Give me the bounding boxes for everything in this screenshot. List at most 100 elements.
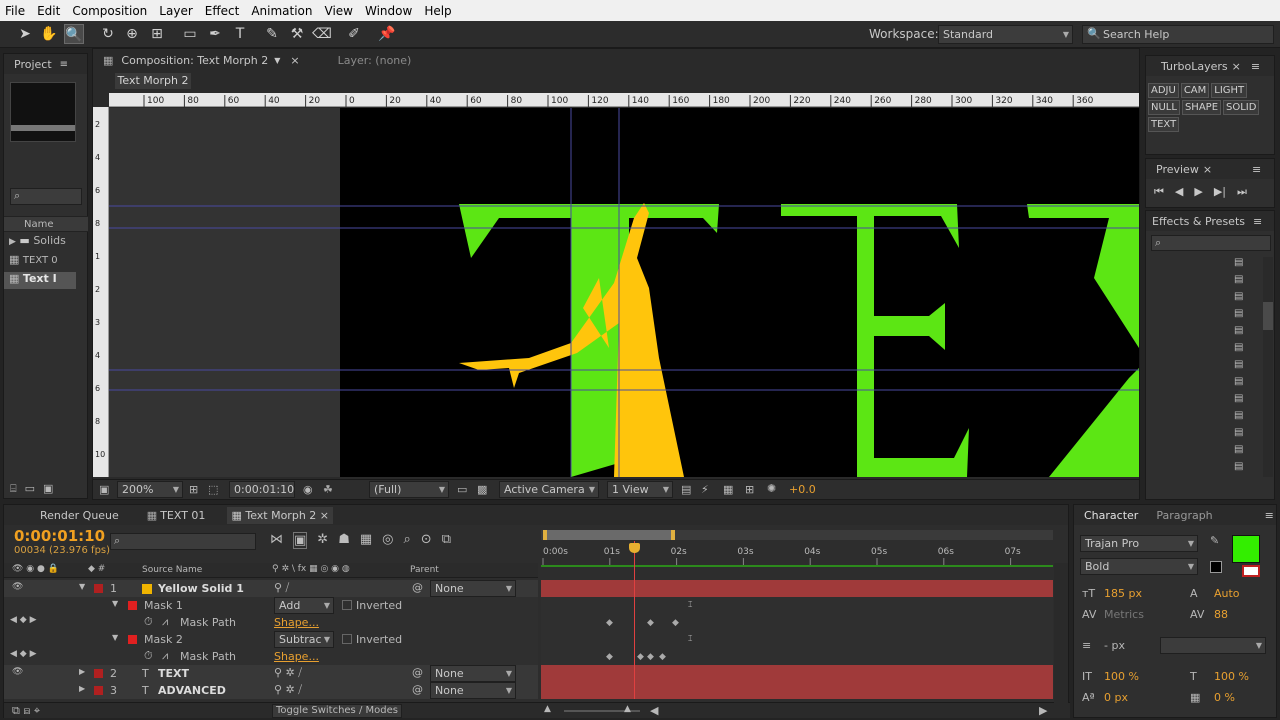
menu-window[interactable]: Window bbox=[360, 4, 416, 18]
rotate-tool-icon[interactable]: ↻ bbox=[98, 24, 118, 44]
mask-row[interactable]: ▼ Mask 2 Subtrac Inverted bbox=[4, 631, 538, 648]
workspace-dropdown[interactable]: Standard bbox=[938, 25, 1073, 44]
mask-row[interactable]: ▼ Mask 1 Add Inverted bbox=[4, 597, 538, 614]
frame-blending-icon[interactable]: ▦ bbox=[360, 532, 372, 549]
collapse-arrow-icon[interactable]: ▼ bbox=[112, 633, 118, 642]
inverted-checkbox[interactable] bbox=[342, 600, 352, 610]
preset-icon[interactable]: ▤ bbox=[1234, 308, 1248, 325]
pen-tool-icon[interactable]: ✒ bbox=[205, 24, 225, 44]
mask-shape-link[interactable]: Shape... bbox=[274, 616, 319, 629]
stopwatch-icon[interactable]: ⏱ bbox=[144, 615, 153, 629]
snapshot-icon[interactable]: ◉ bbox=[303, 483, 313, 496]
comp-subtab[interactable]: Text Morph 2 bbox=[115, 73, 191, 89]
live-update-icon[interactable]: ▣ bbox=[293, 532, 308, 549]
effects-search[interactable]: ⌕ bbox=[1151, 235, 1271, 251]
lock-icon[interactable]: ▦ bbox=[103, 54, 113, 67]
close-icon[interactable]: × bbox=[290, 54, 299, 67]
solid-button[interactable]: SOLID bbox=[1223, 100, 1260, 115]
comp-flowchart-icon[interactable]: ⊞ bbox=[745, 483, 754, 496]
transparency-grid-icon[interactable]: ▩ bbox=[477, 483, 487, 496]
layer-switches-icon[interactable]: ⚲ ⧸ bbox=[274, 581, 289, 595]
stroke-color-swatch[interactable] bbox=[1242, 565, 1260, 577]
resolution-dropdown[interactable]: (Full) bbox=[369, 481, 449, 498]
rectangle-tool-icon[interactable]: ▭ bbox=[180, 24, 200, 44]
stopwatch-icon[interactable]: ⏱ bbox=[144, 649, 153, 663]
mask-name[interactable]: Mask 2 bbox=[144, 633, 183, 646]
pick-whip-icon[interactable]: @ bbox=[412, 683, 423, 696]
preset-icon[interactable]: ▤ bbox=[1234, 427, 1248, 444]
character-tab[interactable]: Character bbox=[1084, 509, 1138, 522]
mask-color-swatch[interactable] bbox=[128, 635, 137, 644]
zoom-in-icon[interactable]: ▲ bbox=[624, 704, 631, 714]
close-icon[interactable]: × bbox=[320, 509, 329, 522]
menu-help[interactable]: Help bbox=[419, 4, 455, 18]
expand-arrow-icon[interactable]: ▶ bbox=[4, 237, 16, 247]
new-folder-icon[interactable]: ▭ bbox=[25, 482, 35, 499]
text-button[interactable]: TEXT bbox=[1148, 117, 1180, 132]
baseline-shift-value[interactable]: 0 px bbox=[1104, 691, 1128, 704]
play-icon[interactable]: ▶ bbox=[1194, 185, 1202, 199]
roto-brush-tool-icon[interactable]: ✐ bbox=[344, 24, 364, 44]
layer-bar[interactable] bbox=[541, 580, 1053, 597]
fast-previews-icon[interactable]: ⚡ bbox=[701, 483, 709, 496]
eyedropper-icon[interactable]: ✎ bbox=[1210, 534, 1219, 547]
mask-shape-link[interactable]: Shape... bbox=[274, 650, 319, 663]
mask-color-swatch[interactable] bbox=[128, 601, 137, 610]
menu-effect[interactable]: Effect bbox=[200, 4, 244, 18]
null-button[interactable]: NULL bbox=[1148, 100, 1180, 115]
visibility-icon[interactable]: 👁 bbox=[12, 667, 23, 677]
font-size-value[interactable]: 185 px bbox=[1104, 587, 1142, 600]
layer-tab[interactable]: Layer: (none) bbox=[338, 54, 412, 67]
panel-menu-icon[interactable]: ≡ bbox=[1265, 509, 1274, 522]
layer-bar[interactable] bbox=[541, 665, 1053, 682]
project-item-text-morph[interactable]: ▦ Text I bbox=[4, 272, 76, 289]
parent-dropdown[interactable]: None bbox=[430, 580, 516, 597]
keyframe-nav-icon[interactable]: ◀ ◆ ▶ bbox=[10, 615, 37, 625]
keyframe-icon[interactable]: ◆ bbox=[672, 618, 679, 628]
inverted-checkbox[interactable] bbox=[342, 634, 352, 644]
light-button[interactable]: LIGHT bbox=[1211, 83, 1248, 98]
timeline-icon[interactable]: ▦ bbox=[723, 483, 733, 496]
font-family-dropdown[interactable]: Trajan Pro bbox=[1080, 535, 1198, 552]
preset-icon[interactable]: ▤ bbox=[1234, 410, 1248, 427]
exposure-value[interactable]: +0.0 bbox=[789, 483, 816, 496]
new-comp-icon[interactable]: ▣ bbox=[43, 482, 53, 499]
preset-icon[interactable]: ▤ bbox=[1234, 274, 1248, 291]
project-item-text01[interactable]: ▦ TEXT 0 bbox=[4, 253, 88, 270]
show-channel-icon[interactable]: ☘ bbox=[323, 483, 333, 496]
panel-menu-icon[interactable]: ≡ bbox=[1251, 60, 1260, 73]
preset-icon[interactable]: ▤ bbox=[1234, 359, 1248, 376]
preview-tab[interactable]: Preview bbox=[1156, 163, 1199, 176]
turbolayers-tab[interactable]: TurboLayers bbox=[1161, 60, 1228, 73]
eraser-tool-icon[interactable]: ⌫ bbox=[312, 24, 332, 44]
view-layout-dropdown[interactable]: 1 View bbox=[607, 481, 673, 498]
layer-switches-icon[interactable]: ⚲ ✲ ⧸ bbox=[274, 683, 302, 697]
label-color-swatch[interactable] bbox=[94, 584, 103, 593]
region-of-interest-icon[interactable]: ▭ bbox=[457, 483, 467, 496]
keyframe-icon[interactable]: ◆ bbox=[606, 652, 613, 662]
layer-row[interactable]: ▶ 3 T ADVANCED ⚲ ✲ ⧸ @ None bbox=[4, 682, 538, 699]
menu-file[interactable]: File bbox=[0, 4, 29, 18]
preset-icon[interactable]: ▤ bbox=[1234, 376, 1248, 393]
puppet-pin-tool-icon[interactable]: 📌 bbox=[377, 24, 397, 44]
comp-canvas[interactable] bbox=[109, 108, 1139, 477]
mask-mode-dropdown[interactable]: Add bbox=[274, 597, 334, 614]
expand-arrow-icon[interactable]: ▶ bbox=[79, 667, 85, 676]
scroll-thumb[interactable] bbox=[1263, 302, 1273, 330]
mask-path-row[interactable]: ◀ ◆ ▶ ⏱ ⩘ Mask Path Shape... bbox=[4, 648, 538, 665]
preset-icon[interactable]: ▤ bbox=[1234, 393, 1248, 410]
preset-icon[interactable]: ▤ bbox=[1234, 325, 1248, 342]
effects-tab[interactable]: Effects & Presets bbox=[1152, 215, 1245, 228]
brainstorm-icon[interactable]: ⊙ bbox=[421, 532, 432, 549]
menu-view[interactable]: View bbox=[320, 4, 357, 18]
project-item-solids[interactable]: ▶ ▬ Solids bbox=[4, 234, 88, 251]
mask-mode-dropdown[interactable]: Subtrac bbox=[274, 631, 334, 648]
render-queue-tab[interactable]: Render Queue bbox=[40, 509, 119, 522]
leading-value[interactable]: Auto bbox=[1214, 587, 1240, 600]
project-search[interactable]: ⌕ bbox=[10, 188, 82, 205]
layer-name[interactable]: ADVANCED bbox=[158, 684, 226, 697]
graph-icon[interactable]: ⩘ bbox=[162, 649, 168, 663]
graph-icon[interactable]: ⩘ bbox=[162, 615, 168, 629]
camera-button[interactable]: CAM bbox=[1180, 83, 1210, 98]
source-name-header[interactable]: Source Name bbox=[142, 565, 202, 575]
